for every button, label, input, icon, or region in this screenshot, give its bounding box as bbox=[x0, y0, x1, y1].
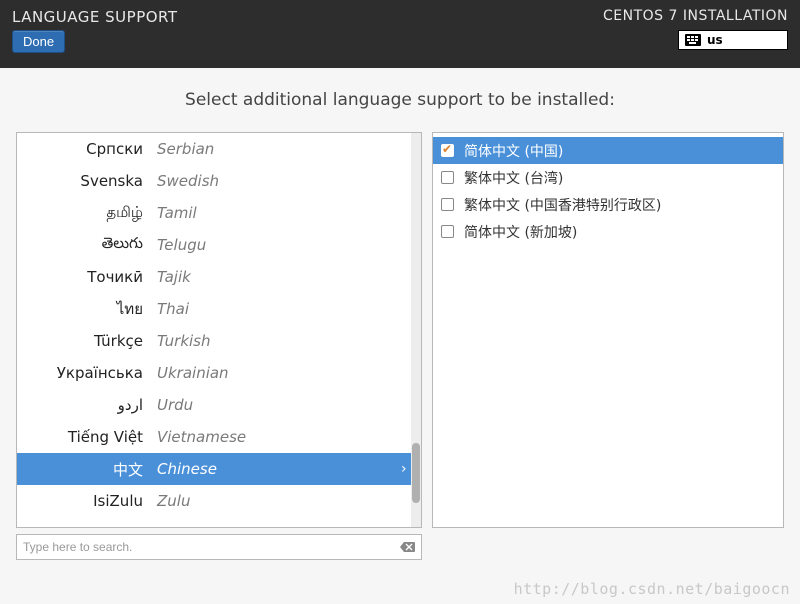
instruction-text: Select additional language support to be… bbox=[0, 90, 800, 110]
language-native-label: தமிழ் bbox=[17, 203, 157, 223]
keyboard-layout-label: us bbox=[707, 33, 723, 47]
language-english-label: Serbian bbox=[157, 140, 401, 158]
language-english-label: Turkish bbox=[157, 332, 401, 350]
language-english-label: Swedish bbox=[157, 172, 401, 190]
watermark-text: http://blog.csdn.net/baigoocn bbox=[514, 580, 790, 598]
language-native-label: ไทย bbox=[17, 297, 157, 321]
language-row[interactable]: ไทยThai bbox=[17, 293, 421, 325]
page-title: LANGUAGE SUPPORT bbox=[12, 8, 178, 26]
language-row[interactable]: 中文Chinese› bbox=[17, 453, 421, 485]
language-english-label: Chinese bbox=[157, 460, 401, 478]
header-right: CENTOS 7 INSTALLATION us bbox=[603, 8, 788, 64]
locale-label: 简体中文 (新加坡) bbox=[464, 222, 577, 242]
language-row[interactable]: IsiZuluZulu bbox=[17, 485, 421, 517]
header-bar: LANGUAGE SUPPORT Done CENTOS 7 INSTALLAT… bbox=[0, 0, 800, 68]
locale-row[interactable]: 繁体中文 (中国香港特别行政区) bbox=[433, 191, 783, 218]
locale-row[interactable]: 简体中文 (新加坡) bbox=[433, 218, 783, 245]
locale-checkbox[interactable] bbox=[441, 171, 454, 184]
language-english-label: Tamil bbox=[157, 204, 401, 222]
language-native-label: Svenska bbox=[17, 172, 157, 190]
language-native-label: اردو bbox=[17, 396, 157, 414]
locale-list[interactable]: 简体中文 (中国) 繁体中文 (台湾) 繁体中文 (中国香港特别行政区) 简体中文 (… bbox=[433, 133, 783, 249]
language-list[interactable]: СрпскиSerbianSvenskaSwedishதமிழ்Tamilతెల… bbox=[17, 133, 421, 527]
scrollbar-track[interactable] bbox=[411, 133, 421, 527]
language-english-label: Urdu bbox=[157, 396, 401, 414]
locale-checkbox[interactable] bbox=[441, 144, 454, 157]
language-native-label: IsiZulu bbox=[17, 492, 157, 510]
keyboard-icon bbox=[685, 34, 701, 46]
locale-row[interactable]: 简体中文 (中国) bbox=[433, 137, 783, 164]
locale-checkbox[interactable] bbox=[441, 198, 454, 211]
content-area: Select additional language support to be… bbox=[0, 68, 800, 560]
language-row[interactable]: SvenskaSwedish bbox=[17, 165, 421, 197]
language-row[interactable]: ТочикӣTajik bbox=[17, 261, 421, 293]
clear-search-icon[interactable] bbox=[399, 540, 415, 554]
locale-label: 繁体中文 (台湾) bbox=[464, 168, 563, 188]
language-native-label: Српски bbox=[17, 140, 157, 158]
language-row[interactable]: УкраїнськаUkrainian bbox=[17, 357, 421, 389]
keyboard-layout-indicator[interactable]: us bbox=[678, 30, 788, 50]
language-row[interactable]: СрпскиSerbian bbox=[17, 133, 421, 165]
language-native-label: Tiếng Việt bbox=[17, 428, 157, 446]
language-list-panel: СрпскиSerbianSvenskaSwedishதமிழ்Tamilతెల… bbox=[16, 132, 422, 528]
header-left: LANGUAGE SUPPORT Done bbox=[12, 8, 178, 64]
locale-row[interactable]: 繁体中文 (台湾) bbox=[433, 164, 783, 191]
locale-list-panel: 简体中文 (中国) 繁体中文 (台湾) 繁体中文 (中国香港特别行政区) 简体中文 (… bbox=[432, 132, 784, 528]
language-native-label: తెలుగు bbox=[17, 234, 157, 256]
language-english-label: Vietnamese bbox=[157, 428, 401, 446]
language-english-label: Zulu bbox=[157, 492, 401, 510]
search-box[interactable] bbox=[16, 534, 422, 560]
language-english-label: Telugu bbox=[157, 236, 401, 254]
language-row[interactable]: TürkçeTurkish bbox=[17, 325, 421, 357]
locale-label: 繁体中文 (中国香港特别行政区) bbox=[464, 195, 661, 215]
locale-label: 简体中文 (中国) bbox=[464, 141, 563, 161]
language-english-label: Thai bbox=[157, 300, 401, 318]
language-row[interactable]: اردوUrdu bbox=[17, 389, 421, 421]
language-row[interactable]: தமிழ்Tamil bbox=[17, 197, 421, 229]
language-native-label: Türkçe bbox=[17, 332, 157, 350]
language-native-label: Українська bbox=[17, 364, 157, 382]
language-row[interactable]: తెలుగుTelugu bbox=[17, 229, 421, 261]
language-native-label: Точикӣ bbox=[17, 268, 157, 286]
language-english-label: Ukrainian bbox=[157, 364, 401, 382]
search-wrap bbox=[0, 534, 800, 560]
language-row[interactable]: Tiếng ViệtVietnamese bbox=[17, 421, 421, 453]
scrollbar-thumb[interactable] bbox=[412, 443, 420, 503]
language-native-label: 中文 bbox=[17, 459, 157, 480]
selection-panels: СрпскиSerbianSvenskaSwedishதமிழ்Tamilతెల… bbox=[0, 132, 800, 528]
language-english-label: Tajik bbox=[157, 268, 401, 286]
done-button[interactable]: Done bbox=[12, 30, 65, 53]
install-title: CENTOS 7 INSTALLATION bbox=[603, 8, 788, 24]
search-input[interactable] bbox=[23, 540, 399, 554]
locale-checkbox[interactable] bbox=[441, 225, 454, 238]
